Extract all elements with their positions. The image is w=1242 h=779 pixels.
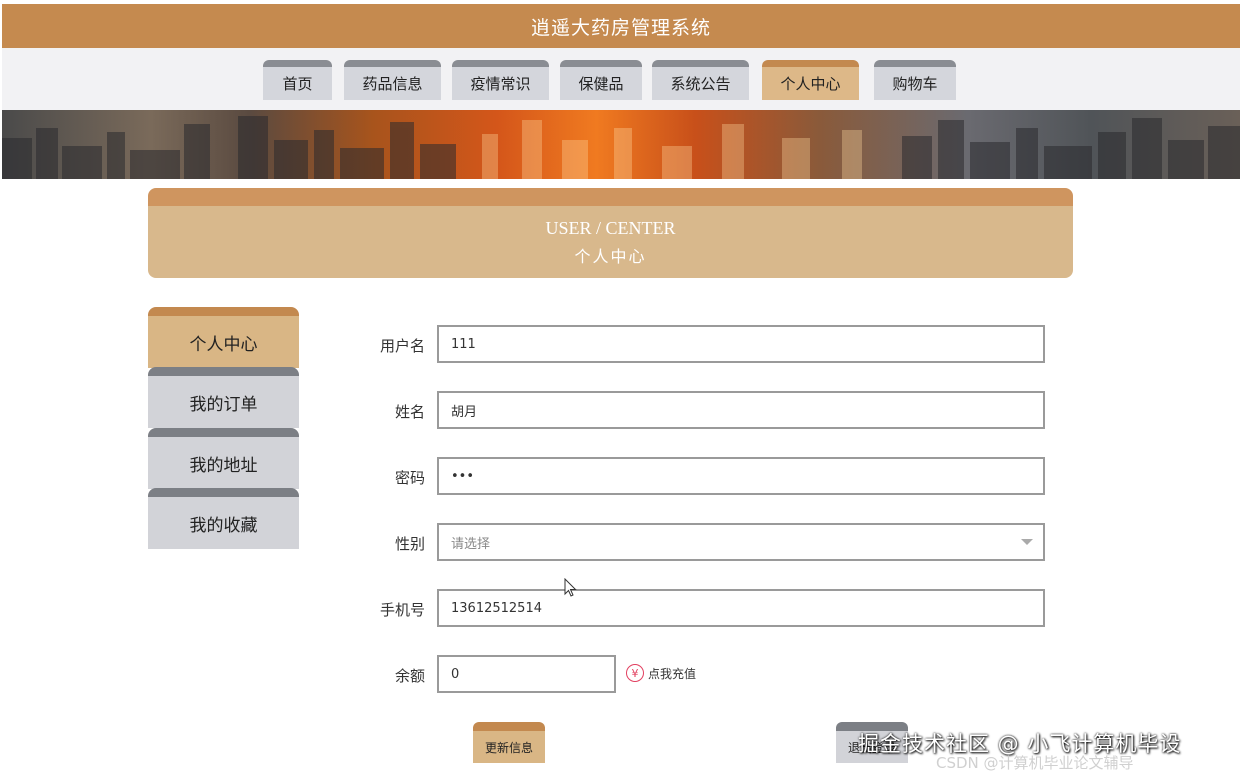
balance-input[interactable]: 0 [437,655,616,693]
name-label: 姓名 [394,403,425,421]
gender-select[interactable]: 请选择 [437,523,1045,561]
phone-value: 13612512514 [451,600,542,616]
phone-label: 手机号 [379,601,425,619]
tab-health-products[interactable]: 保健品 [560,60,642,100]
balance-value: 0 [451,666,460,682]
tab-home[interactable]: 首页 [263,60,332,100]
yen-icon: ¥ [626,664,644,682]
gender-placeholder: 请选择 [451,536,491,552]
name-value: 胡月 [451,404,478,420]
balance-label: 余额 [394,667,425,685]
top-nav: 首页 药品信息 疫情常识 保健品 系统公告 个人中心 购物车 [2,48,1240,110]
chevron-down-icon [1021,539,1033,545]
user-center-title-en: USER / CENTER [545,217,676,238]
user-center-title-zh: 个人中心 [574,246,647,266]
password-input[interactable]: ••• [437,457,1045,495]
tab-user-center[interactable]: 个人中心 [762,60,859,100]
city-skyline-graphic [2,116,1240,179]
city-banner-image [2,110,1240,179]
username-label: 用户名 [379,337,425,355]
username-input[interactable]: 111 [437,325,1045,363]
tab-epidemic-knowledge[interactable]: 疫情常识 [452,60,549,100]
app-header: 逍遥大药房管理系统 [2,4,1240,48]
recharge-label: 点我充值 [648,666,697,681]
sidebar-item-my-address[interactable]: 我的地址 [148,428,299,489]
app-title: 逍遥大药房管理系统 [530,16,711,39]
sidebar-item-my-orders[interactable]: 我的订单 [148,367,299,428]
phone-input[interactable]: 13612512514 [437,589,1045,627]
gender-label: 性别 [394,535,425,553]
user-center-banner: USER / CENTER 个人中心 [148,188,1073,278]
sidebar-item-my-favorites[interactable]: 我的收藏 [148,488,299,549]
update-info-button[interactable]: 更新信息 [473,722,545,763]
name-input[interactable]: 胡月 [437,391,1045,429]
tab-cart[interactable]: 购物车 [874,60,956,100]
sidebar-item-user-center[interactable]: 个人中心 [148,307,299,368]
password-label: 密码 [394,469,425,487]
recharge-link[interactable]: ¥ 点我充值 [626,664,696,682]
username-value: 111 [451,336,476,352]
watermark-csdn: CSDN @计算机毕业论文辅导 [936,754,1134,772]
password-value: ••• [451,468,475,484]
tab-medicine-info[interactable]: 药品信息 [344,60,441,100]
mouse-cursor-icon [564,578,577,597]
tab-announcements[interactable]: 系统公告 [652,60,749,100]
